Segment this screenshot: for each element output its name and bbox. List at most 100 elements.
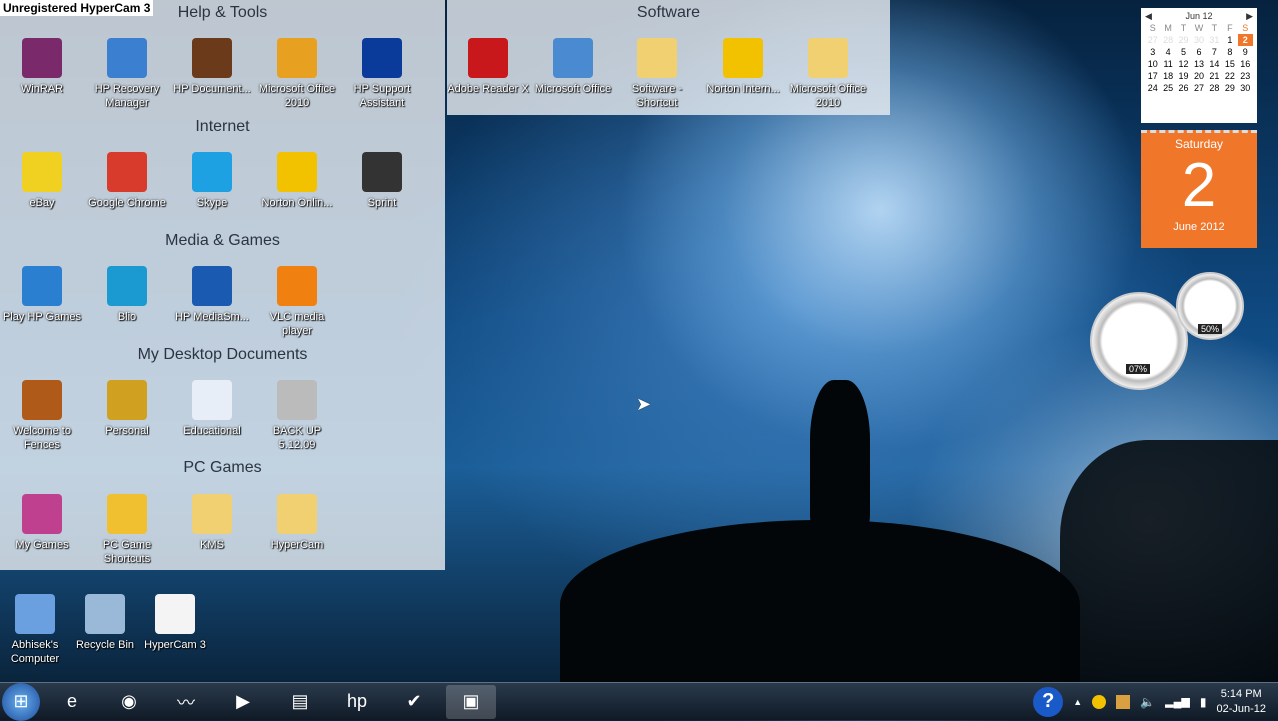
icon-label: VLC media player bbox=[269, 311, 325, 337]
next-month-icon[interactable]: ▶ bbox=[1246, 11, 1253, 22]
calendar-day-cell[interactable]: 1 bbox=[1222, 34, 1237, 46]
calendar-day-cell[interactable]: 6 bbox=[1191, 46, 1206, 58]
desktop-icon-kms[interactable]: KMS bbox=[170, 494, 254, 552]
desktop-icon-my-games[interactable]: My Games bbox=[0, 494, 84, 552]
desktop-icon-pc-game-shortcuts[interactable]: PC Game Shortcuts bbox=[85, 494, 169, 566]
desktop-icon-personal[interactable]: Personal bbox=[85, 380, 169, 438]
desktop-icon-hypercam-3[interactable]: HyperCam 3 bbox=[133, 594, 217, 652]
desktop-icon-norton-onlin[interactable]: Norton Onlin... bbox=[255, 152, 339, 210]
calendar-day-cell[interactable]: 25 bbox=[1160, 82, 1175, 94]
network-icon[interactable]: ▂▄▆ bbox=[1165, 695, 1190, 708]
cpu-gauge[interactable]: 07% bbox=[1090, 292, 1188, 390]
clock[interactable]: 5:14 PM 02-Jun-12 bbox=[1216, 687, 1266, 717]
internet-explorer-icon[interactable]: e bbox=[47, 685, 97, 719]
icon-label: Software - Shortcut bbox=[631, 83, 683, 109]
mediasmart-icon[interactable]: 〰 bbox=[161, 685, 211, 719]
desktop-icon-adobe-reader-x[interactable]: Adobe Reader X bbox=[446, 38, 530, 96]
calendar-day-cell[interactable]: 30 bbox=[1238, 82, 1253, 94]
desktop-icon-microsoft-office[interactable]: Microsoft Office bbox=[531, 38, 615, 96]
explorer-icon[interactable]: ▤ bbox=[275, 685, 325, 719]
calendar-day-cell[interactable]: 4 bbox=[1160, 46, 1175, 58]
desktop-icon-educational[interactable]: Educational bbox=[170, 380, 254, 438]
fence-title[interactable]: Media & Games bbox=[0, 232, 445, 250]
desktop-icon-hypercam[interactable]: HyperCam bbox=[255, 494, 339, 552]
desktop-icon-microsoft-office-2010[interactable]: Microsoft Office 2010 bbox=[786, 38, 870, 110]
icon-label: HP Support Assistant bbox=[353, 83, 411, 109]
calendar-day-cell[interactable]: 11 bbox=[1160, 58, 1175, 70]
calendar-day-cell[interactable]: 13 bbox=[1191, 58, 1206, 70]
desktop-icon-blio[interactable]: Blio bbox=[85, 266, 169, 324]
desktop-icon-welcome-to-fences[interactable]: Welcome to Fences bbox=[0, 380, 84, 452]
help-icon bbox=[362, 38, 402, 78]
calendar-day-cell[interactable]: 5 bbox=[1176, 46, 1191, 58]
desktop-icon-sprint[interactable]: Sprint bbox=[340, 152, 424, 210]
media-player-icon[interactable]: ▶ bbox=[218, 685, 268, 719]
calendar-day-cell[interactable]: 23 bbox=[1238, 70, 1253, 82]
security-tray-icon[interactable] bbox=[1116, 694, 1131, 709]
calendar-day-cell[interactable]: 12 bbox=[1176, 58, 1191, 70]
desktop-icon-software-shortcut[interactable]: Software - Shortcut bbox=[615, 38, 699, 110]
calendar-day-cell[interactable]: 31 bbox=[1207, 34, 1222, 46]
hypercam-icon[interactable]: ▣ bbox=[446, 684, 496, 719]
calendar-day-cell[interactable]: 7 bbox=[1207, 46, 1222, 58]
calendar-day-cell[interactable]: 15 bbox=[1222, 58, 1237, 70]
calendar-day-cell[interactable]: 30 bbox=[1191, 34, 1206, 46]
desktop-icon-hp-document[interactable]: HP Document... bbox=[170, 38, 254, 96]
desktop-icon-vlc-media-player[interactable]: VLC media player bbox=[255, 266, 339, 338]
hp-icon[interactable]: hp bbox=[332, 685, 382, 719]
calendar-day-cell[interactable]: 9 bbox=[1238, 46, 1253, 58]
fence-title[interactable]: Internet bbox=[0, 118, 445, 136]
calendar-day-cell[interactable]: 3 bbox=[1145, 46, 1160, 58]
calendar-day-cell[interactable]: 26 bbox=[1176, 82, 1191, 94]
desktop-icon-skype[interactable]: Skype bbox=[170, 152, 254, 210]
calendar-day-cell[interactable]: 14 bbox=[1207, 58, 1222, 70]
power-icon[interactable]: ▮ bbox=[1200, 695, 1207, 709]
calendar-day-cell[interactable]: 19 bbox=[1176, 70, 1191, 82]
desktop-icon-google-chrome[interactable]: Google Chrome bbox=[85, 152, 169, 210]
desktop-icon-winrar[interactable]: WinRAR bbox=[0, 38, 84, 96]
desktop-icon-norton-intern[interactable]: Norton Intern... bbox=[701, 38, 785, 96]
desktop-icon-back-up-5-12-09[interactable]: BACK UP 5.12.09 bbox=[255, 380, 339, 452]
calendar-day-cell[interactable]: 17 bbox=[1145, 70, 1160, 82]
show-hidden-icons[interactable]: ▲ bbox=[1073, 697, 1082, 707]
calendar-day-cell[interactable]: 22 bbox=[1222, 70, 1237, 82]
calendar-day-cell[interactable]: 27 bbox=[1145, 34, 1160, 46]
calendar-day-cell[interactable]: 10 bbox=[1145, 58, 1160, 70]
checkmark-app-icon[interactable]: ✔ bbox=[389, 685, 439, 719]
chrome-icon[interactable]: ◉ bbox=[104, 685, 154, 719]
fence-title[interactable]: My Desktop Documents bbox=[0, 346, 445, 364]
icon-label: Google Chrome bbox=[88, 197, 166, 209]
calendar-day-cell[interactable]: 18 bbox=[1160, 70, 1175, 82]
icon-label: eBay bbox=[29, 197, 55, 209]
icon-label: KMS bbox=[200, 539, 224, 551]
calendar-gadget[interactable]: ◀ Jun 12 ▶ S M T W T F S 27 28 29 30 31 1 2 3 4 5 6 7 8 9 10 11 1… bbox=[1141, 8, 1257, 248]
desktop-icon-microsoft-office-2010[interactable]: Microsoft Office 2010 bbox=[255, 38, 339, 110]
fence-title[interactable]: PC Games bbox=[0, 459, 445, 477]
calendar-day-cell[interactable]: 21 bbox=[1207, 70, 1222, 82]
recycle-bin-icon bbox=[85, 594, 125, 634]
desktop-icon-play-hp-games[interactable]: Play HP Games bbox=[0, 266, 84, 324]
calendar-day-cell[interactable]: 2 bbox=[1237, 34, 1253, 46]
norton-icon bbox=[277, 152, 317, 192]
norton-tray-icon[interactable] bbox=[1092, 694, 1107, 709]
calendar-day-cell[interactable]: 8 bbox=[1222, 46, 1237, 58]
calendar-day-cell[interactable]: 27 bbox=[1191, 82, 1206, 94]
start-orb-icon[interactable]: ⊞ bbox=[2, 682, 40, 721]
calendar-day-cell[interactable]: 24 bbox=[1145, 82, 1160, 94]
calendar-day-cell[interactable]: 20 bbox=[1191, 70, 1206, 82]
desktop-icon-hp-recovery-manager[interactable]: HP Recovery Manager bbox=[85, 38, 169, 110]
calendar-day-cell[interactable]: 29 bbox=[1222, 82, 1237, 94]
prev-month-icon[interactable]: ◀ bbox=[1145, 11, 1152, 22]
volume-icon[interactable]: 🔈 bbox=[1140, 695, 1155, 709]
calendar-day-cell[interactable]: 28 bbox=[1160, 34, 1175, 46]
memory-gauge[interactable]: 50% bbox=[1176, 272, 1244, 340]
calendar-day-cell[interactable]: 16 bbox=[1238, 58, 1253, 70]
desktop-icon-hp-mediasm[interactable]: HP MediaSm... bbox=[170, 266, 254, 324]
calendar-day-cell[interactable]: 29 bbox=[1176, 34, 1191, 46]
desktop-icon-hp-support-assistant[interactable]: HP Support Assistant bbox=[340, 38, 424, 110]
drive-icon bbox=[277, 380, 317, 420]
help-icon[interactable]: ? bbox=[1033, 686, 1064, 717]
desktop-icon-ebay[interactable]: eBay bbox=[0, 152, 84, 210]
fence-title[interactable]: Software bbox=[447, 4, 890, 22]
calendar-day-cell[interactable]: 28 bbox=[1207, 82, 1222, 94]
